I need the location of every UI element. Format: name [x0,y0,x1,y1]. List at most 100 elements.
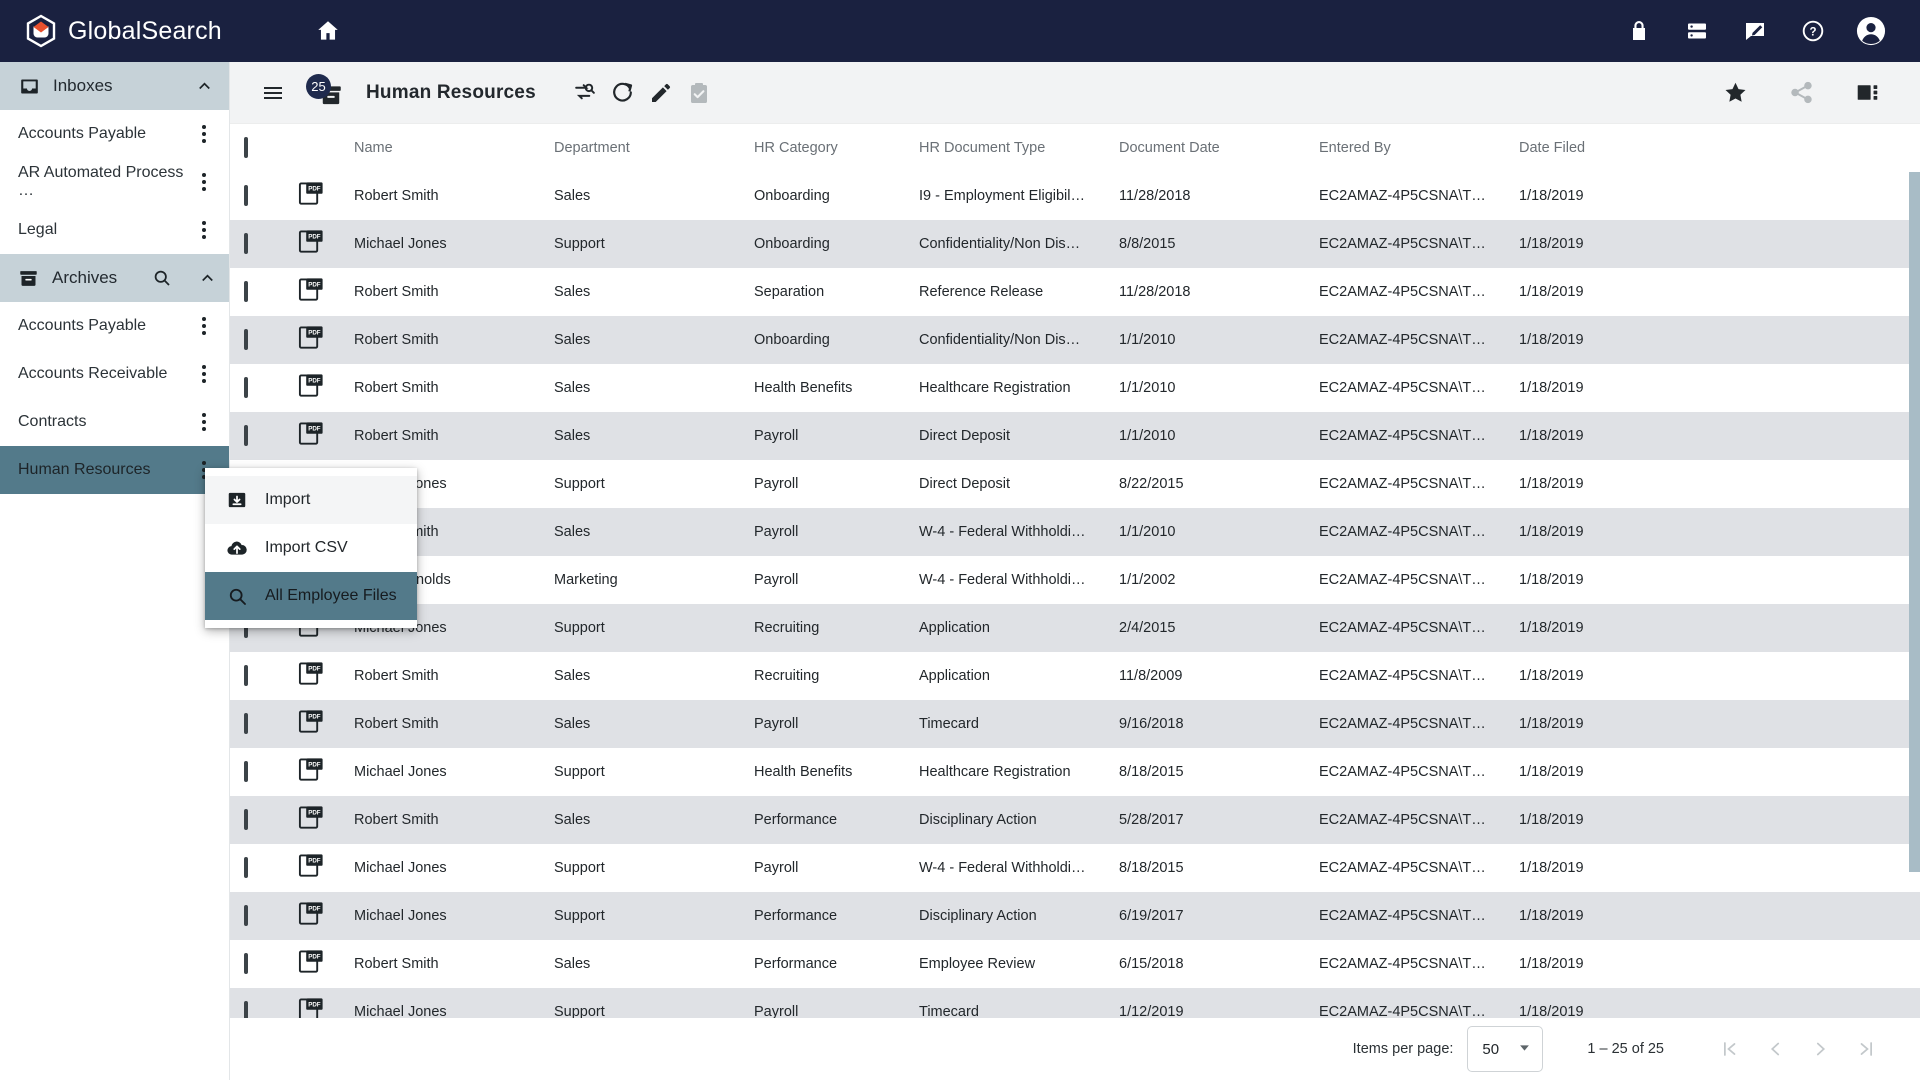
brand[interactable]: GlobalSearch [0,14,222,48]
column-header-entered-by[interactable]: Entered By [1319,140,1519,156]
pdf-file-icon[interactable]: PDF [298,325,354,356]
clipboard-check-icon[interactable] [680,74,718,112]
pdf-file-icon[interactable]: PDF [298,277,354,308]
pdf-file-icon[interactable]: PDF [298,949,354,980]
row-checkbox[interactable] [244,857,248,878]
message-edit-icon[interactable] [1740,16,1770,46]
row-checkbox[interactable] [244,377,248,398]
sidebar-item-inbox-accounts-payable[interactable]: Accounts Payable [0,110,229,158]
table-row[interactable]: PDFRobert SmithSalesPerformanceEmployee … [230,940,1920,988]
pdf-file-icon[interactable]: PDF [298,757,354,788]
sidebar-item-archive-contracts[interactable]: Contracts [0,398,229,446]
edit-pencil-icon[interactable] [642,74,680,112]
pdf-file-icon[interactable]: PDF [298,181,354,212]
help-icon[interactable]: ? [1798,16,1828,46]
sidebar-group-inboxes[interactable]: Inboxes [0,62,229,110]
account-avatar-icon[interactable] [1856,16,1886,46]
lock-icon[interactable] [1624,16,1654,46]
pdf-file-icon[interactable]: PDF [298,661,354,692]
cell-hr-category: Payroll [754,476,919,492]
view-layout-icon[interactable] [1848,74,1886,112]
first-page-button[interactable] [1706,1026,1752,1072]
sidebar-item-archive-human-resources[interactable]: Human Resources [0,446,229,494]
row-checkbox[interactable] [244,329,248,350]
context-menu-item-import-csv[interactable]: Import CSV [205,524,417,572]
row-checkbox[interactable] [244,809,248,830]
items-per-page-select[interactable]: 50 [1467,1026,1543,1072]
column-header-document-date[interactable]: Document Date [1119,140,1319,156]
hamburger-menu-icon[interactable] [254,74,292,112]
pdf-file-icon[interactable]: PDF [298,709,354,740]
cell-hr-document-type: Healthcare Registration [919,380,1119,396]
row-checkbox[interactable] [244,713,248,734]
more-options-icon[interactable] [193,363,215,385]
context-menu-item-all-employee-files[interactable]: All Employee Files [205,572,417,620]
sidebar-item-archive-accounts-payable[interactable]: Accounts Payable [0,302,229,350]
cell-hr-document-type: Reference Release [919,284,1119,300]
server-icon[interactable] [1682,16,1712,46]
table-row[interactable]: PDFMichael JonesSupportRecruitingApplica… [230,604,1920,652]
refresh-icon[interactable] [604,74,642,112]
row-checkbox[interactable] [244,761,248,782]
table-row[interactable]: PDFMichael JonesSupportPayrollDirect Dep… [230,460,1920,508]
table-row[interactable]: PDFMichael JonesSupportPayrollW-4 - Fede… [230,844,1920,892]
column-header-hr-category[interactable]: HR Category [754,140,919,156]
more-options-icon[interactable] [193,123,215,145]
row-checkbox[interactable] [244,281,248,302]
last-page-button[interactable] [1844,1026,1890,1072]
row-checkbox[interactable] [244,233,248,254]
table-row[interactable]: PDFMary ReynoldsMarketingPayrollW-4 - Fe… [230,556,1920,604]
archive-box-icon[interactable]: 25 [306,74,348,112]
cell-hr-category: Payroll [754,524,919,540]
table-row[interactable]: PDFRobert SmithSalesPerformanceDisciplin… [230,796,1920,844]
table-row[interactable]: PDFMichael JonesSupportOnboardingConfide… [230,220,1920,268]
context-menu-item-import[interactable]: Import [205,476,417,524]
table-row[interactable]: PDFRobert SmithSalesOnboardingConfidenti… [230,316,1920,364]
row-checkbox[interactable] [244,425,248,446]
more-options-icon[interactable] [193,411,215,433]
next-page-button[interactable] [1798,1026,1844,1072]
scrollbar-thumb[interactable] [1909,172,1920,872]
more-options-icon[interactable] [193,315,215,337]
search-icon[interactable] [152,267,172,289]
home-icon[interactable] [308,11,348,51]
row-checkbox[interactable] [244,185,248,206]
table-row[interactable]: PDFRobert SmithSalesSeparationReference … [230,268,1920,316]
previous-page-button[interactable] [1752,1026,1798,1072]
pdf-file-icon[interactable]: PDF [298,421,354,452]
table-row[interactable]: PDFMichael JonesSupportHealth BenefitsHe… [230,748,1920,796]
pdf-file-icon[interactable]: PDF [298,853,354,884]
column-header-department[interactable]: Department [554,140,754,156]
table-row[interactable]: PDFRobert SmithSalesHealth BenefitsHealt… [230,364,1920,412]
more-options-icon[interactable] [193,171,215,193]
pdf-file-icon[interactable]: PDF [298,901,354,932]
sidebar-item-inbox-ar-automated-process[interactable]: AR Automated Process … [0,158,229,206]
share-icon[interactable] [1782,74,1820,112]
row-checkbox[interactable] [244,665,248,686]
sidebar-item-inbox-legal[interactable]: Legal [0,206,229,254]
vertical-scrollbar[interactable] [1909,172,1920,1080]
chevron-up-icon[interactable] [193,75,215,97]
table-row[interactable]: PDFRobert SmithSalesOnboardingI9 - Emplo… [230,172,1920,220]
search-again-icon[interactable] [566,74,604,112]
main-content: 25 Human Resources [230,62,1920,1080]
table-row[interactable]: PDFMichael JonesSupportPerformanceDiscip… [230,892,1920,940]
pdf-file-icon[interactable]: PDF [298,373,354,404]
sidebar-item-archive-accounts-receivable[interactable]: Accounts Receivable [0,350,229,398]
row-checkbox[interactable] [244,905,248,926]
row-checkbox[interactable] [244,953,248,974]
select-all-checkbox[interactable] [244,137,248,158]
column-header-name[interactable]: Name [354,140,554,156]
star-icon[interactable] [1716,74,1754,112]
table-row[interactable]: PDFRobert SmithSalesPayrollW-4 - Federal… [230,508,1920,556]
more-options-icon[interactable] [193,219,215,241]
table-row[interactable]: PDFRobert SmithSalesPayrollDirect Deposi… [230,412,1920,460]
column-header-hr-document-type[interactable]: HR Document Type [919,140,1119,156]
pdf-file-icon[interactable]: PDF [298,229,354,260]
sidebar-group-archives[interactable]: Archives [0,254,229,302]
table-row[interactable]: PDFRobert SmithSalesRecruitingApplicatio… [230,652,1920,700]
column-header-date-filed[interactable]: Date Filed [1519,140,1719,156]
pdf-file-icon[interactable]: PDF [298,805,354,836]
table-row[interactable]: PDFRobert SmithSalesPayrollTimecard9/16/… [230,700,1920,748]
chevron-up-icon[interactable] [198,267,217,289]
